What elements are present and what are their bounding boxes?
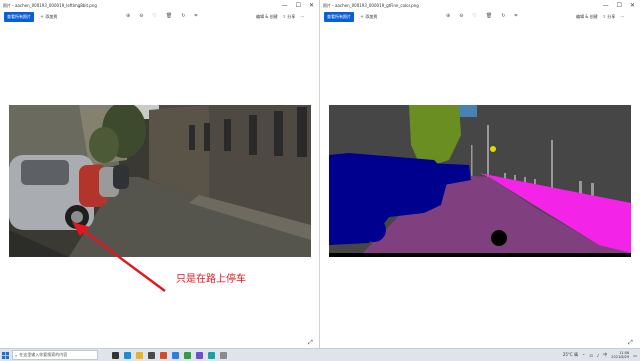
ime-indicator[interactable]: 中 bbox=[603, 352, 607, 358]
edge-icon[interactable] bbox=[124, 351, 131, 359]
maximize-button[interactable]: ☐ bbox=[617, 2, 622, 9]
store-icon[interactable] bbox=[148, 351, 155, 359]
taskbar-search[interactable]: ⌕ 在这里输入你要搜索的内容 bbox=[12, 350, 98, 360]
photos-window-left: 照片 - aachen_000193_000019_leftImg8bit.pn… bbox=[0, 0, 320, 348]
more-icon[interactable]: ··· bbox=[620, 14, 624, 20]
photos-icon[interactable] bbox=[172, 351, 179, 359]
app-icon[interactable] bbox=[196, 351, 203, 359]
add-to-label: 添加到 bbox=[365, 14, 378, 19]
clock-date: 2021/8/29 bbox=[611, 355, 630, 359]
windows-icon bbox=[1, 351, 9, 359]
delete-icon[interactable]: 🗑 bbox=[486, 13, 492, 19]
photos-window-right: 照片 - aachen_000193_000019_gtFine_color.p… bbox=[320, 0, 640, 348]
pinned-apps bbox=[112, 351, 227, 359]
toolbar: 查看所有照片 ＋ 添加到 ⊕ ⊖ ♡ 🗑 ↻ ⌗ 编辑 & 创建 ⇪ 分享 ··… bbox=[320, 11, 640, 23]
search-icon: ⌕ bbox=[15, 352, 18, 358]
system-tray: 25°C 晴 ⌃ ⊡ ♪ 中 11:56 2021/8/29 ▭ bbox=[563, 349, 637, 361]
title-bar: 照片 - aachen_000193_000019_gtFine_color.p… bbox=[320, 0, 640, 11]
share-button[interactable]: ⇪ 分享 bbox=[603, 14, 616, 20]
search-placeholder: 在这里输入你要搜索的内容 bbox=[19, 352, 68, 357]
windows-start-button[interactable] bbox=[0, 349, 10, 361]
favorite-icon[interactable]: ♡ bbox=[152, 13, 156, 19]
zoom-in-icon[interactable]: ⊕ bbox=[126, 13, 130, 19]
volume-icon[interactable]: ♪ bbox=[597, 353, 600, 358]
office-icon[interactable] bbox=[160, 351, 167, 359]
clock[interactable]: 11:56 2021/8/29 bbox=[611, 351, 629, 359]
network-icon[interactable]: ⊡ bbox=[589, 353, 592, 358]
window-title: 照片 - aachen_000193_000019_gtFine_color.p… bbox=[323, 2, 419, 8]
more-icon[interactable]: ··· bbox=[300, 14, 304, 20]
title-bar: 照片 - aachen_000193_000019_leftImg8bit.pn… bbox=[0, 0, 319, 11]
share-label: 分享 bbox=[287, 14, 296, 19]
add-to-button[interactable]: ＋ 添加到 bbox=[360, 14, 377, 20]
rotate-icon[interactable]: ↻ bbox=[181, 13, 185, 19]
notification-icon[interactable]: ▭ bbox=[633, 353, 637, 358]
app-icon[interactable] bbox=[220, 351, 227, 359]
view-all-photos-button[interactable]: 查看所有照片 bbox=[4, 12, 34, 22]
tray-arrow-icon[interactable]: ⌃ bbox=[582, 353, 585, 358]
fullscreen-icon[interactable]: ⤢ bbox=[308, 339, 313, 347]
app-icon[interactable] bbox=[208, 351, 215, 359]
zoom-out-icon[interactable]: ⊖ bbox=[139, 13, 143, 19]
wechat-icon[interactable] bbox=[184, 351, 191, 359]
zoom-out-icon[interactable]: ⊖ bbox=[459, 13, 463, 19]
view-all-photos-button[interactable]: 查看所有照片 bbox=[324, 12, 354, 22]
file-explorer-icon[interactable] bbox=[136, 351, 143, 359]
minimize-button[interactable]: — bbox=[603, 2, 609, 9]
share-label: 分享 bbox=[607, 14, 616, 19]
annotation-arrow bbox=[72, 222, 166, 292]
zoom-in-icon[interactable]: ⊕ bbox=[446, 13, 450, 19]
window-title: 照片 - aachen_000193_000019_leftImg8bit.pn… bbox=[3, 2, 97, 8]
segmentation-image bbox=[329, 105, 631, 257]
annotation-text: 只是在路上停车 bbox=[176, 274, 246, 285]
close-button[interactable]: ✕ bbox=[309, 2, 314, 9]
close-button[interactable]: ✕ bbox=[630, 2, 635, 9]
favorite-icon[interactable]: ♡ bbox=[472, 13, 476, 19]
edit-create-button[interactable]: 编辑 & 创建 bbox=[256, 14, 278, 20]
delete-icon[interactable]: 🗑 bbox=[166, 13, 172, 19]
share-button[interactable]: ⇪ 分享 bbox=[283, 14, 296, 20]
minimize-button[interactable]: — bbox=[282, 2, 288, 9]
weather-status[interactable]: 25°C 晴 bbox=[563, 352, 578, 358]
add-to-button[interactable]: ＋ 添加到 bbox=[40, 14, 57, 20]
crop-icon[interactable]: ⌗ bbox=[194, 13, 197, 19]
taskbar: ⌕ 在这里输入你要搜索的内容 25°C 晴 ⌃ ⊡ ♪ 中 11:56 2021… bbox=[0, 348, 640, 361]
fullscreen-icon[interactable]: ⤢ bbox=[628, 339, 633, 347]
edit-create-button[interactable]: 编辑 & 创建 bbox=[576, 14, 598, 20]
crop-icon[interactable]: ⌗ bbox=[514, 13, 517, 19]
task-view-icon[interactable] bbox=[112, 351, 119, 359]
add-to-label: 添加到 bbox=[45, 14, 58, 19]
maximize-button[interactable]: ☐ bbox=[296, 2, 301, 9]
toolbar: 查看所有照片 ＋ 添加到 ⊕ ⊖ ♡ 🗑 ↻ ⌗ 编辑 & 创建 ⇪ 分享 ··… bbox=[0, 11, 319, 23]
rotate-icon[interactable]: ↻ bbox=[501, 13, 505, 19]
